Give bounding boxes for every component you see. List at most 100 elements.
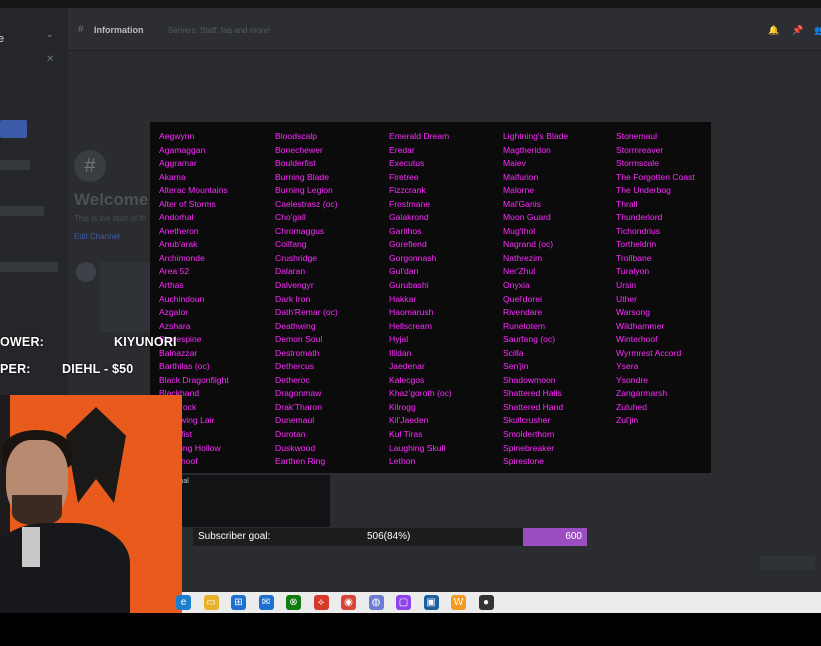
command-item: Zul'jin (616, 415, 639, 426)
command-item: Shattered Hand (503, 401, 564, 412)
command-item: Hellscream (389, 320, 432, 331)
command-item: Azgalor (159, 307, 189, 318)
members-icon[interactable]: 👥 (814, 25, 821, 35)
sidebar-item[interactable] (0, 262, 58, 272)
command-item: Wildhammer (616, 320, 665, 331)
command-column-3: Emerald Dream Eredar Executus Firetree Fizzc… (389, 130, 452, 469)
xbox-icon[interactable]: ⊗ (286, 595, 301, 610)
command-item: Chromaggus (275, 225, 325, 236)
command-item: Shadowmoon (503, 374, 556, 385)
command-item: Dethercus (275, 361, 315, 372)
command-item: Winterhoof (616, 334, 658, 345)
goal-label: Subscriber goal: (198, 531, 271, 542)
edit-channel-link[interactable]: Edit Channel (74, 232, 120, 241)
sidebar-item[interactable] (0, 206, 44, 216)
invite-button[interactable] (0, 120, 27, 138)
discord-icon[interactable]: ◍ (368, 595, 384, 610)
command-item: Lightning's Blade (503, 131, 569, 141)
guild-name[interactable]: e (0, 33, 4, 45)
welcome-subtitle: This is the start of th (74, 214, 147, 223)
command-item: Fizzcrank (389, 185, 426, 196)
command-item: Uther (616, 293, 638, 304)
streamer-beard (12, 495, 62, 525)
command-item: Deathwing (275, 320, 316, 331)
command-item: Kil'Jaeden (389, 415, 429, 426)
command-item: Tichondrius (616, 225, 661, 236)
command-item: Durotan (275, 429, 306, 440)
command-item: Dath'Remar (oc) (275, 307, 338, 318)
command-item: Alterac Mountains (159, 185, 228, 196)
command-item: The Forgotten Coast (616, 171, 695, 182)
command-item: Runetotem (503, 320, 546, 331)
chrome-icon[interactable]: ◉ (341, 595, 356, 610)
command-list-overlay: Aegwynn Agamaggan Aggramar Akama Alterac Mou… (150, 122, 711, 473)
title-strip (0, 0, 821, 8)
command-item: Hakkar (389, 293, 417, 304)
command-item: Cho'gall (275, 212, 306, 223)
obs-icon[interactable]: ● (478, 595, 494, 610)
command-item: Earthen Ring (275, 456, 326, 467)
command-item: Frostmane (389, 198, 431, 209)
mini-command-panel: ginal (174, 475, 330, 527)
command-item: Malfurion (503, 171, 539, 182)
command-item: Archimonde (159, 252, 205, 263)
command-item: Demon Soul (275, 334, 323, 345)
command-item: Trollbane (616, 252, 652, 263)
command-item: Magtheridon (503, 144, 551, 155)
command-item: Duskwood (275, 442, 316, 453)
game-icon[interactable]: ⟡ (313, 595, 329, 610)
command-item: Aegwynn (159, 131, 195, 141)
command-item: Firetree (389, 171, 419, 182)
app-icon[interactable]: ▣ (423, 595, 439, 610)
command-item: Kilrogg (389, 401, 416, 412)
file-explorer-icon[interactable]: ▭ (203, 595, 219, 610)
close-icon[interactable]: ✕ (46, 54, 54, 65)
top-tipper-value: DIEHL - $50 (62, 362, 134, 376)
command-item: Eredar (389, 144, 415, 155)
top-tipper-label: PER: (0, 362, 31, 376)
command-column-5: Stonemaul Stormreaver Stormscale The Forgot… (616, 130, 695, 428)
command-item: Coilfang (275, 239, 307, 250)
command-item: Hyjal (389, 334, 409, 345)
chevron-down-icon[interactable]: ⌄ (46, 29, 54, 40)
command-item: Barthilas (oc) (159, 361, 210, 372)
command-item: Anub'arak (159, 239, 198, 250)
command-item: Haomarush (389, 307, 434, 318)
embed-block (100, 262, 150, 332)
command-item: Zuluhed (616, 401, 648, 412)
command-item: Turalyon (616, 266, 650, 277)
command-item: Anetheron (159, 225, 199, 236)
command-item: Mal'Ganis (503, 198, 541, 209)
welcome-title: Welcome (74, 190, 149, 209)
store-icon[interactable]: ⊞ (231, 595, 246, 610)
command-item: Bloodscalp (275, 131, 318, 141)
windows-taskbar: e ▭ ⊞ ✉ ⊗ ⟡ ◉ ◍ ▢ ▣ W ● (176, 592, 821, 613)
pin-icon[interactable]: 📌 (792, 25, 803, 35)
command-item: Rivendare (503, 307, 543, 318)
command-item: Smolderthorn (503, 429, 555, 440)
twitch-icon[interactable]: ▢ (396, 595, 411, 610)
latest-follower-name: KIYUNORI (114, 335, 177, 349)
command-item: Destromath (275, 347, 320, 358)
command-item: Aggramar (159, 158, 197, 169)
command-item: Dunemaul (275, 415, 315, 426)
command-item: Scilla (503, 347, 524, 358)
command-item: Dalaran (275, 266, 306, 277)
command-item: Gorefiend (389, 239, 427, 250)
command-item: Stormscale (616, 158, 659, 169)
command-item: Malorne (503, 185, 535, 196)
command-item: Drak'Tharon (275, 401, 323, 412)
message-input-tools[interactable] (760, 556, 815, 570)
channel-name: Information (94, 25, 144, 35)
command-item: Black Dragonflight (159, 374, 229, 385)
streamer-shirt (22, 527, 40, 567)
command-item: Dalvengyr (275, 280, 314, 291)
blizzard-icon[interactable]: W (451, 595, 466, 610)
bell-icon[interactable]: 🔔 (768, 25, 779, 35)
command-item: Dark Iron (275, 293, 311, 304)
command-item: Thunderlord (616, 212, 663, 223)
mail-icon[interactable]: ✉ (258, 595, 274, 610)
command-item: Jaedenar (389, 361, 425, 372)
command-item: Gorgonnash (389, 252, 437, 263)
edge-icon[interactable]: e (176, 595, 191, 610)
